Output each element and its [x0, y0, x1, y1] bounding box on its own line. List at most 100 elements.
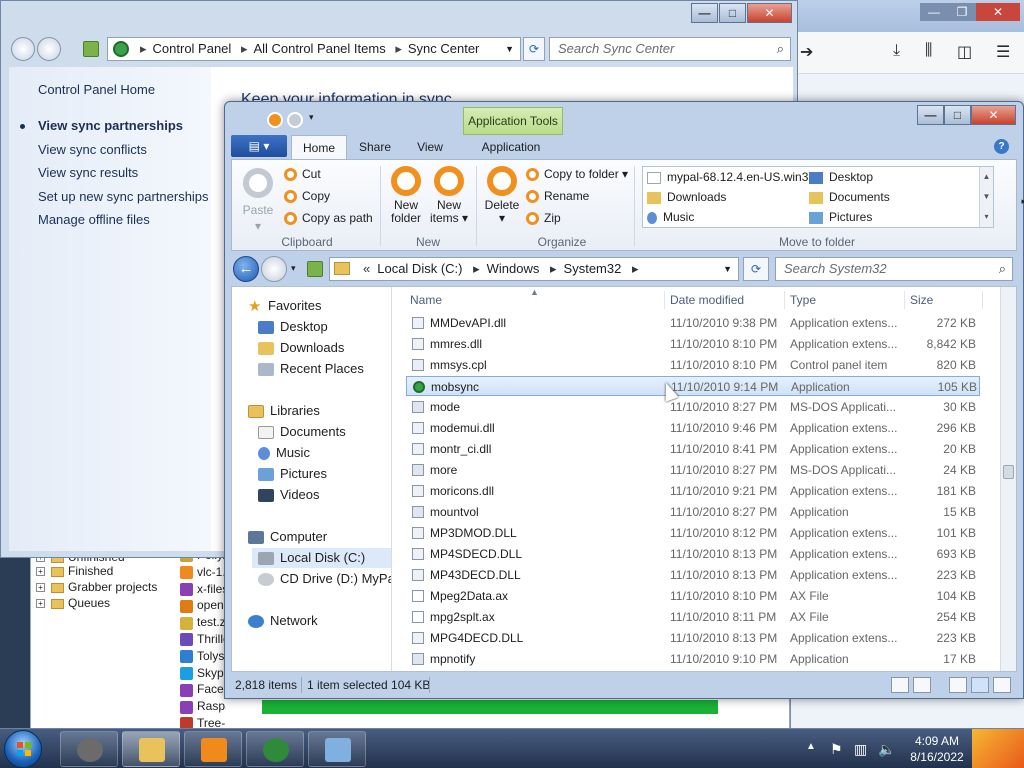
file-row[interactable]: mmsys.cpl 11/10/2010 8:10 PM Control panel… [406, 355, 980, 375]
column-header-size[interactable]: Size [910, 293, 933, 307]
gallery-item[interactable]: Desktop [809, 169, 873, 185]
nav-downloads[interactable]: Downloads [258, 338, 344, 358]
forward-button[interactable] [37, 37, 61, 61]
close-icon[interactable]: ✕ [976, 3, 1020, 21]
delete-button[interactable]: Delete ▾ [482, 166, 522, 225]
file-row[interactable]: MPG4DECD.DLL 11/10/2010 8:13 PM Applicatio… [406, 628, 980, 648]
refresh-icon[interactable]: ⟳ [523, 37, 545, 61]
download-icon[interactable]: ⤓ [893, 42, 900, 60]
background-file-item[interactable]: openvp [180, 597, 226, 614]
maximize-button[interactable]: □ [719, 3, 746, 23]
close-button[interactable]: ✕ [971, 105, 1016, 125]
nav-music[interactable]: Music [258, 443, 310, 463]
gallery-item[interactable]: Music [647, 209, 694, 225]
new-items-button[interactable]: New items ▾ [428, 166, 470, 225]
taskbar-app-control-panel[interactable] [308, 731, 366, 767]
tree-item[interactable]: + Finished [36, 563, 113, 579]
file-row[interactable]: mmres.dll 11/10/2010 8:10 PM Application e… [406, 334, 980, 354]
column-divider[interactable] [904, 291, 905, 309]
back-button[interactable]: ← [233, 256, 259, 282]
background-file-item[interactable]: SkypeS [180, 665, 226, 682]
vertical-scrollbar[interactable] [1000, 287, 1016, 671]
details-view-icon[interactable] [891, 677, 909, 693]
minimize-button[interactable]: — [917, 105, 944, 125]
tab-view[interactable]: View [407, 135, 453, 159]
network-icon[interactable]: ▥ [854, 741, 867, 758]
refresh-icon[interactable]: ⟳ [743, 257, 769, 281]
recent-locations-icon[interactable]: ▾ [291, 263, 296, 274]
chevron-down-icon[interactable]: ▼ [723, 258, 732, 280]
breadcrumb-item[interactable]: Control Panel [153, 41, 232, 56]
background-file-item[interactable]: Tolysh [180, 648, 226, 665]
nav-cd-drive[interactable]: CD Drive (D:) MyPal [258, 569, 391, 589]
view-sync-partnerships-link[interactable]: View sync partnerships [38, 118, 183, 133]
nav-documents[interactable]: Documents [258, 422, 346, 442]
breadcrumb-item[interactable]: All Control Panel Items [253, 41, 385, 56]
customize-qat-icon[interactable]: ▾ [309, 112, 314, 123]
quick-access-new-folder-icon[interactable] [287, 112, 303, 128]
file-row[interactable]: mobsync 11/10/2010 9:14 PM Application 105 … [406, 376, 980, 396]
up-folder-icon[interactable] [307, 261, 323, 277]
file-row[interactable]: mountvol 11/10/2010 8:27 PM Application 15 … [406, 502, 980, 522]
navigation-pane-icon[interactable] [993, 677, 1011, 693]
rename-button[interactable]: Rename [526, 188, 589, 205]
minimize-button[interactable]: — [691, 3, 718, 23]
chevron-down-icon[interactable]: ▼ [505, 38, 514, 60]
file-row[interactable]: mpg2splt.ax 11/10/2010 8:11 PM AX File 254 … [406, 607, 980, 627]
tree-item[interactable]: + Queues [36, 595, 110, 611]
tab-application[interactable]: Application [467, 135, 555, 159]
nav-videos[interactable]: Videos [258, 485, 320, 505]
gallery-scrollbar[interactable]: ▲ ▼ ▾ [979, 167, 993, 227]
minimize-icon[interactable]: — [920, 3, 948, 21]
nav-recent-places[interactable]: Recent Places [258, 359, 364, 379]
nav-desktop[interactable]: Desktop [258, 317, 328, 337]
library-icon[interactable]: ⫼ [925, 42, 932, 60]
column-divider[interactable] [664, 291, 665, 309]
search-icon[interactable]: ⌕ [777, 38, 784, 60]
tree-item[interactable]: + Grabber projects [36, 579, 157, 595]
address-bar[interactable]: «Local Disk (C:) ▸ Windows ▸ System32 ▸ ▼ [329, 257, 739, 281]
up-folder-icon[interactable] [83, 41, 99, 57]
breadcrumb-item[interactable]: Sync Center [408, 41, 480, 56]
column-header-name[interactable]: Name [410, 293, 442, 307]
gallery-item[interactable]: Pictures [809, 209, 872, 225]
nav-local-disk[interactable]: Local Disk (C:) [252, 548, 391, 568]
nav-computer[interactable]: Computer [248, 527, 327, 547]
zip-button[interactable]: Zip [526, 210, 561, 227]
file-row[interactable]: MP43DECD.DLL 11/10/2010 8:13 PM Applicatio… [406, 565, 980, 585]
file-row[interactable]: mpnotify 11/10/2010 9:10 PM Application 17 … [406, 649, 980, 669]
search-icon[interactable]: ⌕ [999, 258, 1006, 280]
background-file-item[interactable]: Thriller [180, 631, 226, 648]
file-row[interactable]: modemui.dll 11/10/2010 9:46 PM Application… [406, 418, 980, 438]
close-button[interactable]: ✕ [747, 3, 792, 23]
file-row[interactable]: MP4SDECD.DLL 11/10/2010 8:13 PM Applicatio… [406, 544, 980, 564]
search-input[interactable]: Search System32 ⌕ [775, 257, 1013, 281]
file-row[interactable]: montr_ci.dll 11/10/2010 8:41 PM Applicatio… [406, 439, 980, 459]
menu-icon[interactable]: ☰ [996, 42, 1010, 62]
file-row[interactable]: MMDevAPI.dll 11/10/2010 9:38 PM Applicatio… [406, 313, 980, 333]
taskbar-app-explorer[interactable] [122, 731, 180, 767]
nav-network[interactable]: Network [248, 611, 318, 631]
breadcrumb-item[interactable]: Windows [487, 261, 540, 276]
file-row[interactable]: moricons.dll 11/10/2010 9:21 PM Applicatio… [406, 481, 980, 501]
start-button[interactable] [4, 730, 42, 768]
gallery-item[interactable]: mypal-68.12.4.en-US.win32 [647, 169, 815, 185]
action-center-flag-icon[interactable]: ⚑ [830, 741, 843, 758]
file-row[interactable]: more 11/10/2010 8:27 PM MS-DOS Applicati..… [406, 460, 980, 480]
new-folder-button[interactable]: New folder [386, 166, 426, 225]
background-file-item[interactable]: x-files.r [180, 581, 226, 598]
large-icons-view-icon[interactable] [913, 677, 931, 693]
maximize-button[interactable]: □ [944, 105, 971, 125]
tab-share[interactable]: Share [351, 135, 399, 159]
address-bar[interactable]: ▸ Control Panel ▸ All Control Panel Items … [107, 37, 521, 61]
cut-button[interactable]: Cut [284, 166, 321, 183]
background-file-item[interactable]: test.zip [180, 614, 226, 631]
search-input[interactable]: Search Sync Center ⌕ [549, 37, 791, 61]
clock[interactable]: 4:09 AM 8/16/2022 [904, 733, 970, 765]
tab-home[interactable]: Home [291, 135, 347, 159]
background-file-item[interactable]: RaspSess [180, 698, 226, 715]
show-desktop-button[interactable] [972, 729, 1024, 768]
back-button[interactable] [11, 37, 35, 61]
application-tools-tab[interactable]: Application Tools [463, 107, 563, 135]
forward-icon[interactable]: ➔ [800, 42, 813, 62]
